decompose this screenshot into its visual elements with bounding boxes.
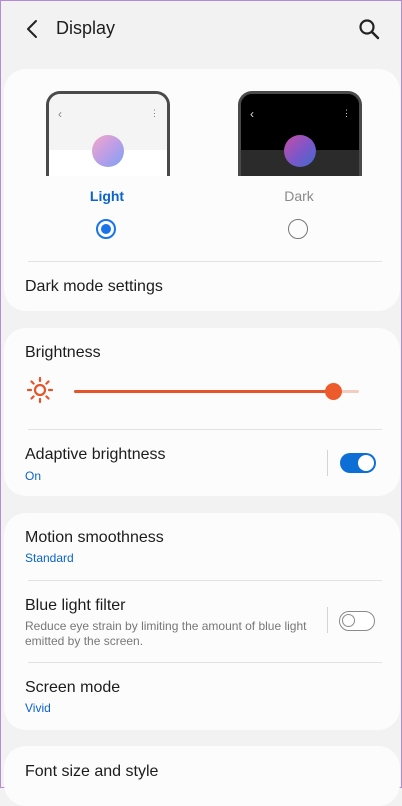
font-card: Font size and style [4,746,400,806]
adaptive-brightness-toggle[interactable] [340,453,376,473]
preview-back-icon: ‹ [58,107,62,121]
display-options-card: Motion smoothness Standard Blue light fi… [4,513,400,730]
motion-smoothness-item[interactable]: Motion smoothness Standard [4,513,400,580]
preview-more-icon: ⋮ [342,108,351,118]
preview-orb [284,135,316,167]
light-theme-radio[interactable] [96,219,116,239]
font-size-style-label: Font size and style [25,763,159,780]
brightness-slider-fill [74,390,334,393]
preview-more-icon: ⋮ [150,108,159,118]
blue-light-filter-item[interactable]: Blue light filter Reduce eye strain by l… [4,581,400,662]
light-theme-option[interactable]: ‹ ⋮ Light [46,91,170,204]
app-header: Display [1,1,401,59]
adaptive-brightness-item[interactable]: Adaptive brightness On [4,430,400,496]
theme-card: ‹ ⋮ Light ‹ ⋮ Dark Dark mode settings [4,69,400,311]
light-theme-preview: ‹ ⋮ [46,91,170,176]
page-title: Display [56,18,116,38]
dark-theme-radio[interactable] [288,219,308,239]
light-theme-label: Light [89,188,125,204]
brightness-slider-thumb[interactable] [325,383,343,400]
separator [327,607,328,633]
dark-mode-settings-label: Dark mode settings [25,278,163,295]
dark-mode-settings-item[interactable]: Dark mode settings [4,262,400,311]
dark-theme-preview: ‹ ⋮ [238,91,362,176]
blue-light-filter-label: Blue light filter [25,597,126,614]
dark-theme-option[interactable]: ‹ ⋮ Dark [238,91,362,204]
blue-light-filter-description: Reduce eye strain by limiting the amount… [25,619,307,648]
motion-smoothness-label: Motion smoothness [25,529,164,546]
font-size-style-item[interactable]: Font size and style [4,746,400,806]
screen-mode-label: Screen mode [25,679,121,696]
brightness-card: Brightness Adaptive brightness On [4,328,400,496]
back-arrow-icon[interactable] [19,15,47,43]
preview-orb [92,135,124,167]
sun-icon [26,376,54,404]
search-icon[interactable] [357,17,381,41]
screen-mode-item[interactable]: Screen mode Vivid [4,663,400,730]
brightness-label: Brightness [25,344,101,361]
adaptive-brightness-label: Adaptive brightness [25,446,166,463]
brightness-slider[interactable] [74,383,359,400]
dark-theme-label: Dark [284,188,314,204]
adaptive-brightness-status: On [25,469,42,483]
screen-mode-value: Vivid [25,701,51,715]
preview-back-icon: ‹ [250,107,254,121]
separator [327,450,328,476]
blue-light-filter-toggle[interactable] [339,611,375,631]
motion-smoothness-value: Standard [25,551,74,565]
